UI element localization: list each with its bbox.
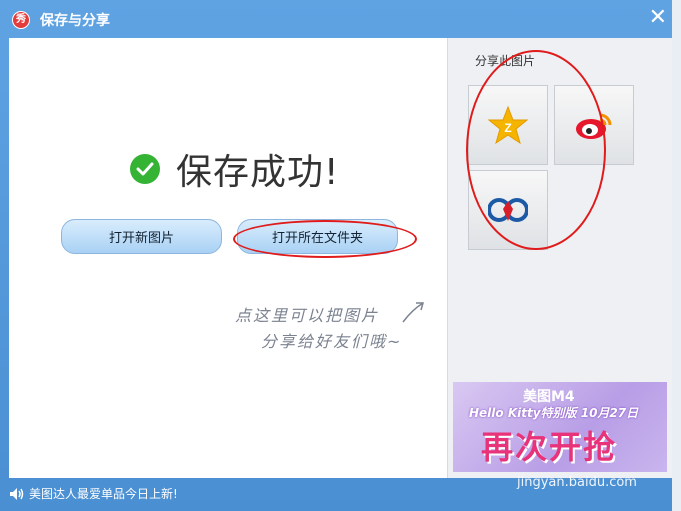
qzone-share-button[interactable]: Z [468, 85, 548, 165]
share-panel: 分享此图片 Z 美图M4 Hello Kitty特别版 10月27日 再次开抢 [447, 38, 672, 478]
promo-banner[interactable]: 美图M4 Hello Kitty特别版 10月27日 再次开抢 [453, 382, 667, 472]
banner-subtitle: Hello Kitty特别版 10月27日 [469, 406, 639, 420]
window-title: 保存与分享 [40, 13, 110, 29]
renren-icon [488, 198, 528, 222]
save-share-dialog: 秀 保存与分享 ✕ 保存成功! 打开新图片 打开所在文件夹 点这里可以把图片 分… [0, 0, 681, 511]
save-success: 保存成功! [130, 143, 339, 195]
hint-line-2: 分享给好友们哦~ [261, 332, 403, 351]
share-label: 分享此图片 [475, 54, 536, 68]
qzone-star-icon: Z [488, 105, 528, 145]
background-edge [672, 0, 681, 511]
weibo-icon [576, 113, 612, 139]
banner-brand: 美图M4 [523, 389, 575, 405]
open-folder-button[interactable]: 打开所在文件夹 [237, 219, 398, 254]
renren-share-button[interactable] [468, 170, 548, 250]
watermark: jingyan.baidu.com [517, 475, 637, 490]
check-icon [130, 154, 160, 184]
status-message[interactable]: 美图达人最爱单品今日上新! [29, 485, 178, 502]
close-button[interactable]: ✕ [649, 6, 667, 30]
arrow-icon [402, 302, 424, 323]
weibo-share-button[interactable] [554, 85, 634, 165]
open-new-image-button[interactable]: 打开新图片 [61, 219, 222, 254]
hint-line-1: 点这里可以把图片 [235, 306, 380, 325]
speaker-icon [10, 488, 24, 500]
success-message: 保存成功! [176, 152, 340, 193]
app-logo-icon: 秀 [12, 11, 30, 29]
svg-text:Z: Z [504, 121, 511, 135]
main-panel: 保存成功! 打开新图片 打开所在文件夹 点这里可以把图片 分享给好友们哦~ [9, 38, 447, 478]
share-hint: 点这里可以把图片 分享给好友们哦~ [235, 303, 402, 355]
banner-headline: 再次开抢 [481, 428, 618, 466]
title-bar[interactable]: 秀 保存与分享 ✕ [0, 0, 681, 38]
